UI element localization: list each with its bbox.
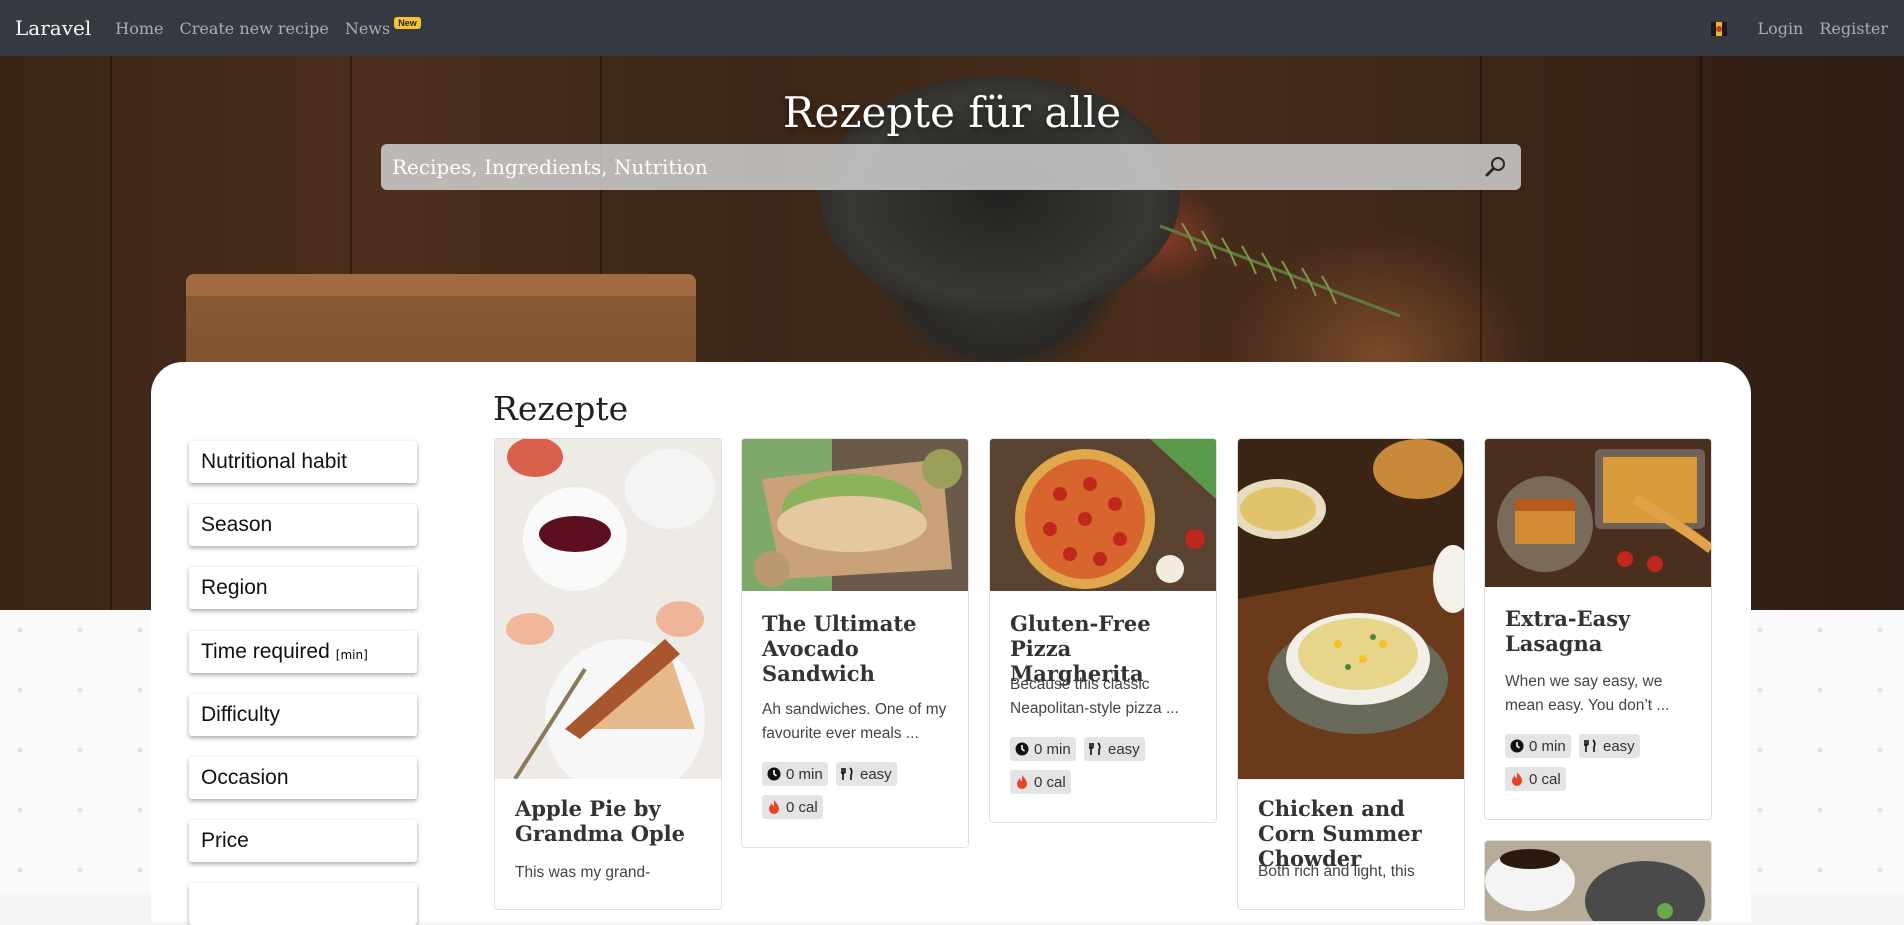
nav-home-link[interactable]: Home <box>115 19 163 38</box>
utensils-icon <box>840 767 855 781</box>
calories-value: 0 cal <box>1529 770 1561 788</box>
clock-icon <box>1015 742 1029 756</box>
search-bar <box>381 144 1521 190</box>
difficulty-value: easy <box>1108 740 1140 758</box>
recipe-description: Both rich and light, this <box>1258 863 1415 880</box>
filter-unit: [min] <box>335 648 368 662</box>
filter-time-required[interactable]: Time required [min] <box>189 631 417 673</box>
filter-label: Nutritional habit <box>201 450 347 473</box>
navbar: Laravel Home Create new recipe News New … <box>0 0 1904 56</box>
recipe-card[interactable]: The Ultimate Avocado Sandwich Ah sandwic… <box>741 438 969 848</box>
calories-tag: 0 cal <box>1010 770 1071 794</box>
nav-news-label: News <box>344 18 391 38</box>
flame-icon <box>1015 775 1029 789</box>
flame-icon <box>1510 772 1524 786</box>
section-title: Rezepte <box>493 389 629 428</box>
utensils-icon <box>1088 742 1103 756</box>
difficulty-value: easy <box>860 765 892 783</box>
login-link[interactable]: Login <box>1757 19 1803 38</box>
recipe-card[interactable]: Apple Pie by Grandma Ople This was my gr… <box>494 438 722 910</box>
brand-link[interactable]: Laravel <box>15 16 91 40</box>
filter-season[interactable]: Season <box>189 504 417 546</box>
nav-create-recipe-link[interactable]: Create new recipe <box>179 19 328 38</box>
time-tag: 0 min <box>1505 734 1571 758</box>
recipe-title[interactable]: The Ultimate Avocado Sandwich <box>762 611 952 686</box>
register-link[interactable]: Register <box>1819 19 1888 38</box>
recipe-image <box>1238 439 1464 779</box>
filter-label: Difficulty <box>201 703 280 726</box>
recipe-description: This was my grand- <box>515 864 651 881</box>
recipe-description: Ah sandwiches. One of my favourite ever … <box>762 701 947 742</box>
new-badge: New <box>394 16 421 29</box>
search-input[interactable] <box>381 144 1483 190</box>
recipe-title[interactable]: Extra-Easy Lasagna <box>1505 606 1695 656</box>
flag-icon[interactable] <box>1711 21 1728 36</box>
nav-news-link[interactable]: News New <box>344 16 421 38</box>
recipe-card[interactable]: Chicken and Corn Summer Chowder Both ric… <box>1237 438 1465 910</box>
difficulty-value: easy <box>1603 737 1635 755</box>
utensils-icon <box>1583 739 1598 753</box>
recipe-title[interactable]: Apple Pie by Grandma Ople <box>515 796 705 846</box>
filter-difficulty[interactable]: Difficulty <box>189 694 417 736</box>
recipe-card[interactable] <box>1484 840 1712 922</box>
filter-nutritional-habit[interactable]: Nutritional habit <box>189 441 417 483</box>
difficulty-tag: easy <box>1084 737 1145 761</box>
filter-label: Time required <box>201 640 330 663</box>
recipe-card[interactable]: Gluten-Free Pizza Margherita Because thi… <box>989 438 1217 823</box>
time-value: 0 min <box>1034 740 1071 758</box>
time-value: 0 min <box>1529 737 1566 755</box>
filter-label: Season <box>201 513 273 536</box>
filter-price[interactable]: Price <box>189 820 417 862</box>
recipe-card[interactable]: Extra-Easy Lasagna When we say easy, we … <box>1484 438 1712 820</box>
filter-label: Region <box>201 576 268 599</box>
recipe-image <box>495 439 721 779</box>
filter-more[interactable] <box>189 883 417 925</box>
filter-label: Price <box>201 829 249 852</box>
filter-label: Occasion <box>201 766 289 789</box>
flame-icon <box>767 800 781 814</box>
recipe-image <box>990 439 1216 591</box>
filter-occasion[interactable]: Occasion <box>189 757 417 799</box>
filter-region[interactable]: Region <box>189 567 417 609</box>
difficulty-tag: easy <box>1579 734 1640 758</box>
time-value: 0 min <box>786 765 823 783</box>
recipe-description: Because this classic Neapolitan-style pi… <box>1010 676 1179 717</box>
rosemary-image <box>1159 222 1401 318</box>
calories-value: 0 cal <box>1034 773 1066 791</box>
calories-tag: 0 cal <box>762 795 823 819</box>
difficulty-tag: easy <box>836 762 897 786</box>
clock-icon <box>767 767 781 781</box>
clock-icon <box>1510 739 1524 753</box>
recipe-image <box>1485 841 1711 921</box>
wood-plank-line <box>110 56 112 610</box>
recipe-image <box>742 439 968 591</box>
calories-value: 0 cal <box>786 798 818 816</box>
time-tag: 0 min <box>762 762 828 786</box>
calories-tag: 0 cal <box>1505 767 1566 791</box>
recipe-image <box>1485 439 1711 587</box>
hero-title: Rezepte für alle <box>782 88 1122 137</box>
time-tag: 0 min <box>1010 737 1076 761</box>
search-icon[interactable] <box>1483 154 1509 180</box>
recipe-description: When we say easy, we mean easy. You don’… <box>1505 673 1670 714</box>
nav-right: Login Register <box>1711 0 1904 56</box>
